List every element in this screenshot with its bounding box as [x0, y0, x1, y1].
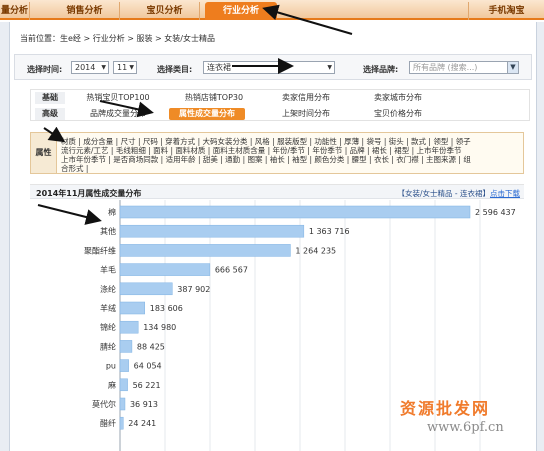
- bar[interactable]: [119, 282, 173, 296]
- page: 量分析 销售分析 宝贝分析 行业分析 手机淘宝 当前位置：生e经 > 行业分析 …: [0, 0, 544, 451]
- tab-item-analysis[interactable]: 宝贝分析: [130, 2, 200, 20]
- category-label: 锦纶: [100, 322, 116, 332]
- year-select[interactable]: 2014 ▼: [71, 61, 109, 74]
- bar[interactable]: [119, 378, 128, 392]
- value-label: 666 567: [215, 266, 248, 275]
- breadcrumb: 当前位置：生e经 > 行业分析 > 服装 > 女装/女士精品: [20, 34, 215, 43]
- value-label: 1 363 716: [309, 227, 350, 236]
- value-label: 64 054: [134, 362, 162, 371]
- category-label: 棉: [108, 207, 116, 217]
- value-label: 2 596 437: [475, 208, 516, 217]
- bar[interactable]: [119, 340, 133, 353]
- chart-subtitle: 【女装/女士精品 - 连衣裙】: [397, 189, 490, 198]
- month-value: 11: [117, 63, 128, 72]
- filter-bar: 选择时间: 2014 ▼ 11 ▼ 选择类目: 连衣裙 ▼ 选择品牌: 所有品牌 (搜…: [14, 54, 532, 80]
- chevron-down-icon[interactable]: ▼: [507, 62, 518, 73]
- row-head-basic: 基础: [35, 92, 65, 104]
- category-label: 麻: [108, 380, 116, 390]
- value-label: 134 980: [143, 323, 176, 332]
- category-value: 连衣裙: [207, 63, 231, 72]
- category-label: 选择类目:: [157, 65, 193, 74]
- bar[interactable]: [119, 263, 211, 276]
- tab-seller-city[interactable]: 卖家城市分布: [353, 92, 443, 104]
- tab-hot-items-top100[interactable]: 热销宝贝TOP100: [73, 92, 163, 104]
- watermark-url: www.6pf.cn: [427, 420, 504, 435]
- row-head-advanced: 高级: [35, 108, 65, 120]
- bar[interactable]: [119, 416, 124, 430]
- value-label: 56 221: [133, 381, 161, 390]
- value-label: 36 913: [130, 400, 158, 409]
- chevron-down-icon: ▼: [129, 64, 134, 71]
- chevron-down-icon: ▼: [327, 64, 332, 71]
- category-label: 醋纤: [100, 418, 116, 428]
- chart-title: 2014年11月属性成交量分布: [36, 189, 142, 198]
- attribute-links-line-3[interactable]: 上市年份季节 | 是否商场同款 | 适用年龄 | 甜美 | 通勤 | 图案 | …: [61, 154, 471, 165]
- tab-price-distribution[interactable]: 宝贝价格分布: [353, 108, 443, 120]
- tab-seller-credit[interactable]: 卖家信用分布: [261, 92, 351, 104]
- tab-hot-shops-top30[interactable]: 热销店铺TOP30: [169, 92, 259, 104]
- attribute-filter-box: 属性 材质 | 成分含量 | 尺寸 | 尺码 | 穿着方式 | 大码女装分类 |…: [30, 132, 524, 174]
- brand-search-input[interactable]: 所有品牌 (搜索...) ▼: [409, 61, 519, 74]
- left-sidebar-strip: [0, 22, 10, 451]
- analysis-tabs: 基础 热销宝贝TOP100 热销店铺TOP30 卖家信用分布 卖家城市分布 高级…: [30, 89, 530, 121]
- value-label: 183 606: [150, 304, 183, 313]
- chevron-down-icon: ▼: [101, 64, 106, 71]
- tab-brand-volume[interactable]: 品牌成交量分布: [73, 108, 163, 120]
- top-nav: 量分析 销售分析 宝贝分析 行业分析 手机淘宝: [0, 0, 544, 20]
- tab-sales-analysis[interactable]: 销售分析: [50, 2, 120, 20]
- bar[interactable]: [119, 320, 139, 334]
- category-label: pu: [106, 362, 116, 371]
- bar[interactable]: [119, 224, 305, 238]
- bar[interactable]: [119, 397, 126, 411]
- tabs-row-basic: 基础 热销宝贝TOP100 热销店铺TOP30 卖家信用分布 卖家城市分布: [31, 90, 531, 105]
- category-label: 莫代尔: [92, 399, 116, 409]
- category-label: 羊毛: [100, 265, 116, 275]
- month-select[interactable]: 11 ▼: [113, 61, 137, 74]
- category-label: 涤纶: [100, 284, 116, 294]
- tab-attribute-volume[interactable]: 属性成交量分布: [169, 108, 245, 120]
- category-label: 聚酯纤维: [84, 245, 116, 255]
- category-label: 其他: [100, 226, 116, 236]
- bar[interactable]: [119, 301, 146, 315]
- category-label: 羊绒: [100, 303, 116, 313]
- brand-placeholder: 所有品牌 (搜索...): [413, 63, 478, 72]
- tabs-row-advanced: 高级 品牌成交量分布 属性成交量分布 上架时间分布 宝贝价格分布: [31, 106, 531, 121]
- category-label: 腈纶: [100, 341, 116, 351]
- value-label: 1 264 235: [295, 246, 336, 255]
- download-link[interactable]: 点击下载: [490, 188, 520, 199]
- time-label: 选择时间:: [27, 65, 63, 74]
- category-select[interactable]: 连衣裙 ▼: [203, 61, 335, 74]
- bar[interactable]: [119, 205, 471, 219]
- tab-industry-analysis[interactable]: 行业分析: [205, 2, 277, 20]
- bar[interactable]: [119, 244, 291, 257]
- tab-traffic-analysis[interactable]: 量分析: [0, 2, 30, 20]
- right-scroll-strip: [536, 22, 544, 451]
- value-label: 88 425: [137, 342, 165, 351]
- bar[interactable]: [119, 359, 129, 372]
- tab-mobile-taobao[interactable]: 手机淘宝: [468, 2, 544, 20]
- year-value: 2014: [75, 63, 96, 72]
- value-label: 24 241: [128, 419, 156, 428]
- watermark-site-name: 资源批发网: [400, 399, 491, 418]
- tab-listing-time[interactable]: 上架时间分布: [261, 108, 351, 120]
- value-label: 387 902: [177, 285, 210, 294]
- attribute-links-line-4[interactable]: 合形式 |: [61, 163, 88, 174]
- attribute-head: 属性: [31, 133, 57, 173]
- chart-header: 2014年11月属性成交量分布 【女装/女士精品 - 连衣裙】 点击下载: [30, 185, 524, 199]
- brand-label: 选择品牌:: [363, 65, 399, 74]
